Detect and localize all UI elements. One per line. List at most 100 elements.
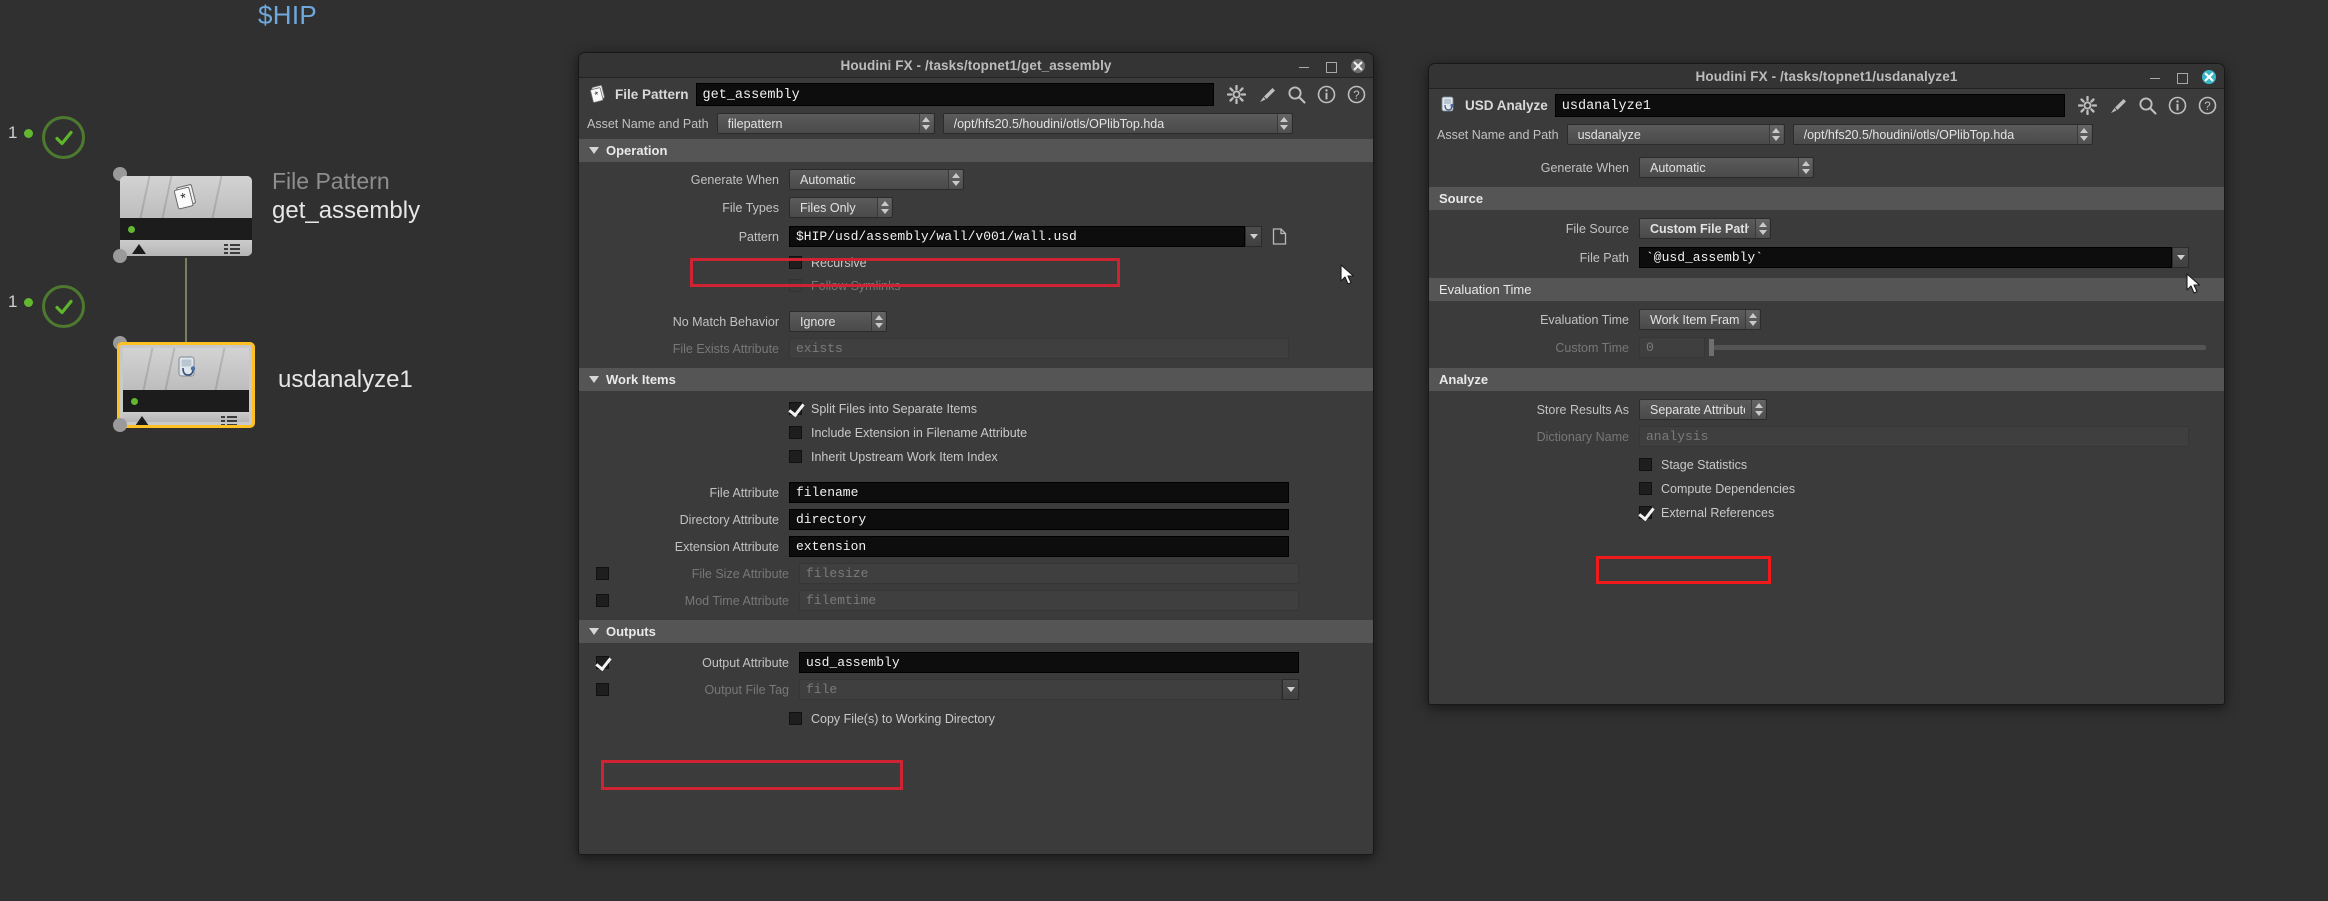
recursive-checkbox[interactable] bbox=[789, 256, 802, 269]
info-icon[interactable] bbox=[1317, 85, 1336, 104]
spinner-icon[interactable] bbox=[918, 114, 933, 133]
window-file-pattern[interactable]: Houdini FX - /tasks/topnet1/get_assembly… bbox=[578, 52, 1374, 855]
directory-attribute-input[interactable]: directory bbox=[789, 509, 1289, 530]
section-source[interactable]: Source bbox=[1429, 187, 2224, 210]
node-graph[interactable]: $HIP * File Pattern get_assembly 1 usdan… bbox=[0, 0, 580, 901]
window-buttons[interactable] bbox=[2148, 64, 2216, 89]
asset-name-combo[interactable]: filepattern bbox=[716, 113, 935, 134]
section-outputs[interactable]: Outputs bbox=[579, 620, 1373, 643]
close-button[interactable] bbox=[1351, 58, 1365, 73]
help-icon[interactable]: ? bbox=[1347, 85, 1366, 104]
custom-time-slider[interactable] bbox=[1709, 339, 2206, 356]
follow-symlinks-checkbox[interactable] bbox=[789, 279, 802, 292]
file-attribute-input[interactable]: filename bbox=[789, 482, 1289, 503]
header-icons[interactable]: ? bbox=[2072, 95, 2217, 116]
section-evaluation-time[interactable]: Evaluation Time bbox=[1429, 278, 2224, 301]
header-icons[interactable]: ? bbox=[1221, 84, 1366, 105]
compute-dependencies-checkbox[interactable] bbox=[1639, 482, 1652, 495]
pattern-dropdown-button[interactable] bbox=[1245, 226, 1262, 247]
section-analyze[interactable]: Analyze bbox=[1429, 368, 2224, 391]
minimize-button[interactable] bbox=[1297, 59, 1311, 73]
node-output-port[interactable] bbox=[113, 418, 127, 432]
node-body[interactable]: * bbox=[120, 176, 252, 256]
search-icon[interactable] bbox=[1287, 85, 1306, 104]
no-match-combo[interactable]: Ignore bbox=[789, 311, 887, 332]
close-button[interactable] bbox=[2202, 69, 2216, 84]
pattern-input[interactable]: $HIP/usd/assembly/wall/v001/wall.usd bbox=[789, 226, 1245, 247]
file-size-attribute-checkbox[interactable] bbox=[596, 567, 609, 580]
generate-when-combo[interactable]: Automatic bbox=[1639, 157, 1814, 178]
gear-icon[interactable] bbox=[1226, 84, 1247, 105]
output-file-tag-input[interactable]: file bbox=[799, 679, 1282, 700]
mod-time-attribute-input[interactable]: filemtime bbox=[799, 590, 1299, 611]
search-icon[interactable] bbox=[2138, 96, 2157, 115]
file-size-attribute-input[interactable]: filesize bbox=[799, 563, 1299, 584]
row-compute-dependencies[interactable]: Compute Dependencies bbox=[1429, 479, 2224, 498]
brush-icon[interactable] bbox=[1257, 85, 1276, 104]
file-path-input[interactable]: `@usd_assembly` bbox=[1639, 247, 2172, 268]
output-file-tag-checkbox[interactable] bbox=[596, 683, 609, 696]
info-icon[interactable] bbox=[2168, 96, 2187, 115]
section-work-items[interactable]: Work Items bbox=[579, 368, 1373, 391]
file-source-combo[interactable]: Custom File Path bbox=[1639, 218, 1771, 239]
generate-when-combo[interactable]: Automatic bbox=[789, 169, 964, 190]
file-path-dropdown[interactable] bbox=[2172, 247, 2189, 268]
split-files-checkbox[interactable] bbox=[789, 402, 802, 415]
maximize-button[interactable] bbox=[2175, 70, 2189, 84]
spinner-icon[interactable] bbox=[871, 312, 885, 331]
titlebar[interactable]: Houdini FX - /tasks/topnet1/get_assembly bbox=[579, 53, 1373, 78]
output-file-tag-dropdown[interactable] bbox=[1282, 679, 1299, 700]
spinner-icon[interactable] bbox=[1745, 310, 1759, 329]
dictionary-name-input[interactable]: analysis bbox=[1639, 426, 2189, 447]
window-title: Houdini FX - /tasks/topnet1/get_assembly bbox=[840, 57, 1112, 73]
node-body[interactable] bbox=[117, 342, 255, 428]
spinner-icon[interactable] bbox=[877, 198, 891, 217]
pattern-file-chooser-icon[interactable] bbox=[1268, 226, 1290, 247]
custom-time-label: Custom Time bbox=[1555, 340, 1629, 355]
stage-statistics-checkbox[interactable] bbox=[1639, 458, 1652, 471]
mod-time-attribute-checkbox[interactable] bbox=[596, 594, 609, 607]
asset-name-combo[interactable]: usdanalyze bbox=[1566, 124, 1785, 145]
asset-path-combo[interactable]: /opt/hfs20.5/houdini/otls/OPlibTop.hda bbox=[1792, 124, 2093, 145]
row-stage-statistics[interactable]: Stage Statistics bbox=[1429, 455, 2224, 474]
gear-icon[interactable] bbox=[2077, 95, 2098, 116]
row-copy-files[interactable]: Copy File(s) to Working Directory bbox=[579, 709, 1373, 728]
spinner-icon[interactable] bbox=[1798, 158, 1812, 177]
spinner-icon[interactable] bbox=[1276, 114, 1291, 133]
spinner-icon[interactable] bbox=[1751, 400, 1765, 419]
section-operation[interactable]: Operation bbox=[579, 139, 1373, 162]
brush-icon[interactable] bbox=[2108, 96, 2127, 115]
spinner-icon[interactable] bbox=[1755, 219, 1769, 238]
output-attribute-checkbox[interactable] bbox=[596, 656, 609, 669]
output-attribute-input[interactable]: usd_assembly bbox=[799, 652, 1299, 673]
include-extension-checkbox[interactable] bbox=[789, 426, 802, 439]
row-recursive[interactable]: Recursive bbox=[579, 253, 1373, 272]
row-inherit-upstream[interactable]: Inherit Upstream Work Item Index bbox=[579, 447, 1373, 466]
spinner-icon[interactable] bbox=[1768, 125, 1783, 144]
file-exists-input[interactable]: exists bbox=[789, 338, 1289, 359]
operator-name-input[interactable]: get_assembly bbox=[695, 83, 1214, 106]
operator-name-input[interactable]: usdanalyze1 bbox=[1554, 94, 2065, 117]
custom-time-input[interactable]: 0 bbox=[1639, 337, 1705, 358]
evaluation-time-combo[interactable]: Work Item Frame bbox=[1639, 309, 1761, 330]
copy-files-checkbox[interactable] bbox=[789, 712, 802, 725]
row-follow-symlinks[interactable]: Follow Symlinks bbox=[579, 276, 1373, 295]
spinner-icon[interactable] bbox=[2076, 125, 2091, 144]
maximize-button[interactable] bbox=[1324, 59, 1338, 73]
minimize-button[interactable] bbox=[2148, 70, 2162, 84]
inherit-upstream-checkbox[interactable] bbox=[789, 450, 802, 463]
window-buttons[interactable] bbox=[1297, 53, 1365, 78]
file-types-combo[interactable]: Files Only bbox=[789, 197, 893, 218]
row-split-files[interactable]: Split Files into Separate Items bbox=[579, 399, 1373, 418]
node-output-port[interactable] bbox=[113, 249, 127, 263]
row-external-references[interactable]: External References bbox=[1429, 503, 2224, 522]
row-include-extension[interactable]: Include Extension in Filename Attribute bbox=[579, 423, 1373, 442]
external-references-checkbox[interactable] bbox=[1639, 506, 1652, 519]
store-results-combo[interactable]: Separate Attributes bbox=[1639, 399, 1767, 420]
asset-path-combo[interactable]: /opt/hfs20.5/houdini/otls/OPlibTop.hda bbox=[942, 113, 1293, 134]
titlebar[interactable]: Houdini FX - /tasks/topnet1/usdanalyze1 bbox=[1429, 64, 2224, 89]
spinner-icon[interactable] bbox=[948, 170, 962, 189]
window-usd-analyze[interactable]: Houdini FX - /tasks/topnet1/usdanalyze1 … bbox=[1428, 63, 2225, 705]
extension-attribute-input[interactable]: extension bbox=[789, 536, 1289, 557]
help-icon[interactable]: ? bbox=[2198, 96, 2217, 115]
